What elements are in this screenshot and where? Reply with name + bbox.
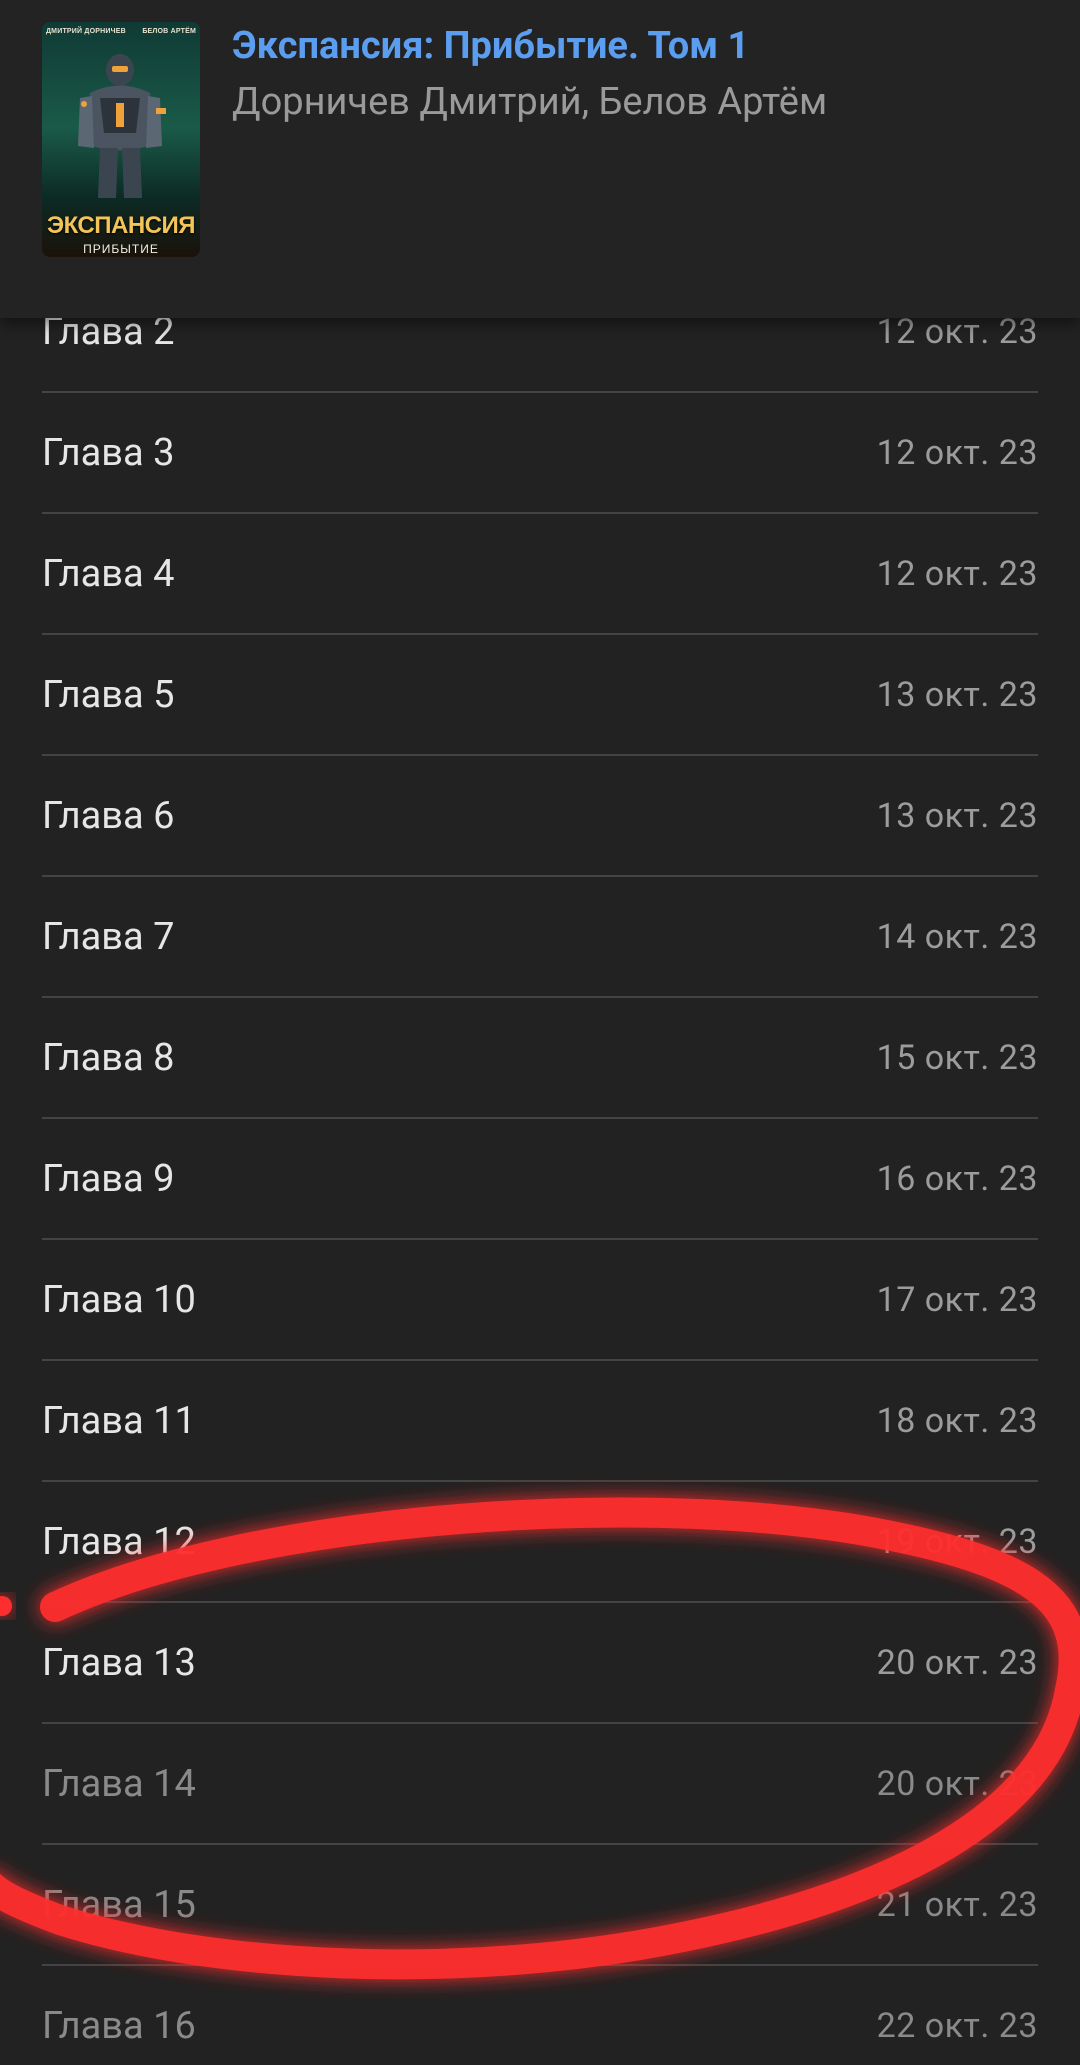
- book-title[interactable]: Экспансия: Прибытие. Том 1: [232, 24, 749, 68]
- chapter-date: 13 окт. 23: [876, 796, 1038, 836]
- chapter-row[interactable]: Глава 10 17 окт. 23: [42, 1240, 1038, 1361]
- chapter-date: 22 окт. 23: [876, 2006, 1038, 2046]
- chapter-row[interactable]: Глава 8 15 окт. 23: [42, 998, 1038, 1119]
- armored-soldier-illustration: [78, 54, 166, 198]
- chapter-date: 16 окт. 23: [876, 1159, 1038, 1199]
- book-cover-image[interactable]: ДМИТРИЙ ДОРНИЧЕВ БЕЛОВ АРТЁМ ЭКСПАНСИЯ П…: [42, 22, 200, 257]
- chapter-title: Глава 7: [42, 915, 175, 959]
- chapter-title: Глава 10: [42, 1278, 196, 1322]
- chapter-row[interactable]: Глава 14 20 окт. 23: [42, 1724, 1038, 1845]
- chapter-row[interactable]: Глава 11 18 окт. 23: [42, 1361, 1038, 1482]
- cover-authors: ДМИТРИЙ ДОРНИЧЕВ БЕЛОВ АРТЁМ: [46, 28, 196, 35]
- chapter-title: Глава 13: [42, 1641, 196, 1685]
- chapter-date: 15 окт. 23: [876, 1038, 1038, 1078]
- chapter-row[interactable]: Глава 16 22 окт. 23: [42, 1966, 1038, 2065]
- chapter-date: 18 окт. 23: [876, 1401, 1038, 1441]
- book-authors[interactable]: Дорничев Дмитрий, Белов Артём: [232, 80, 827, 124]
- chapter-date: 12 окт. 23: [876, 433, 1038, 473]
- chapter-row[interactable]: Глава 7 14 окт. 23: [42, 877, 1038, 998]
- chapter-date: 19 окт. 23: [876, 1522, 1038, 1562]
- chapter-date: 20 окт. 23: [876, 1764, 1038, 1804]
- chapter-row[interactable]: Глава 4 12 окт. 23: [42, 514, 1038, 635]
- chapter-title: Глава 15: [42, 1883, 196, 1927]
- chapter-title: Глава 8: [42, 1036, 175, 1080]
- chapter-row[interactable]: Глава 9 16 окт. 23: [42, 1119, 1038, 1240]
- chapter-date: 17 окт. 23: [876, 1280, 1038, 1320]
- chapter-date: 12 окт. 23: [876, 312, 1038, 352]
- chapter-date: 20 окт. 23: [876, 1643, 1038, 1683]
- chapter-date: 21 окт. 23: [876, 1885, 1038, 1925]
- chapter-title: Глава 5: [42, 673, 175, 717]
- chapter-title: Глава 9: [42, 1157, 175, 1201]
- cover-title: ЭКСПАНСИЯ: [47, 212, 195, 239]
- chapter-title: Глава 3: [42, 431, 175, 475]
- chapter-date: 13 окт. 23: [876, 675, 1038, 715]
- chapter-date: 12 окт. 23: [876, 554, 1038, 594]
- cover-subtitle: ПРИБЫТИЕ: [83, 242, 159, 256]
- chapter-list-screen: ДМИТРИЙ ДОРНИЧЕВ БЕЛОВ АРТЁМ ЭКСПАНСИЯ П…: [0, 0, 1080, 2065]
- chapter-row[interactable]: Глава 15 21 окт. 23: [42, 1845, 1038, 1966]
- chapter-title: Глава 6: [42, 794, 175, 838]
- chapter-row[interactable]: Глава 6 13 окт. 23: [42, 756, 1038, 877]
- chapter-title: Глава 12: [42, 1520, 196, 1564]
- cover-author-right: БЕЛОВ АРТЁМ: [142, 28, 196, 35]
- cover-author-left: ДМИТРИЙ ДОРНИЧЕВ: [46, 28, 126, 35]
- chapter-row[interactable]: Глава 12 19 окт. 23: [42, 1482, 1038, 1603]
- chapter-date: 14 окт. 23: [876, 917, 1038, 957]
- chapter-row[interactable]: Глава 13 20 окт. 23: [42, 1603, 1038, 1724]
- chapter-title: Глава 11: [42, 1399, 196, 1443]
- chapter-title: Глава 16: [42, 2004, 196, 2048]
- chapter-title: Глава 14: [42, 1762, 196, 1806]
- chapter-title: Глава 4: [42, 552, 175, 596]
- book-header[interactable]: ДМИТРИЙ ДОРНИЧЕВ БЕЛОВ АРТЁМ ЭКСПАНСИЯ П…: [0, 0, 1080, 318]
- chapter-row[interactable]: Глава 5 13 окт. 23: [42, 635, 1038, 756]
- chapter-row[interactable]: Глава 3 12 окт. 23: [42, 393, 1038, 514]
